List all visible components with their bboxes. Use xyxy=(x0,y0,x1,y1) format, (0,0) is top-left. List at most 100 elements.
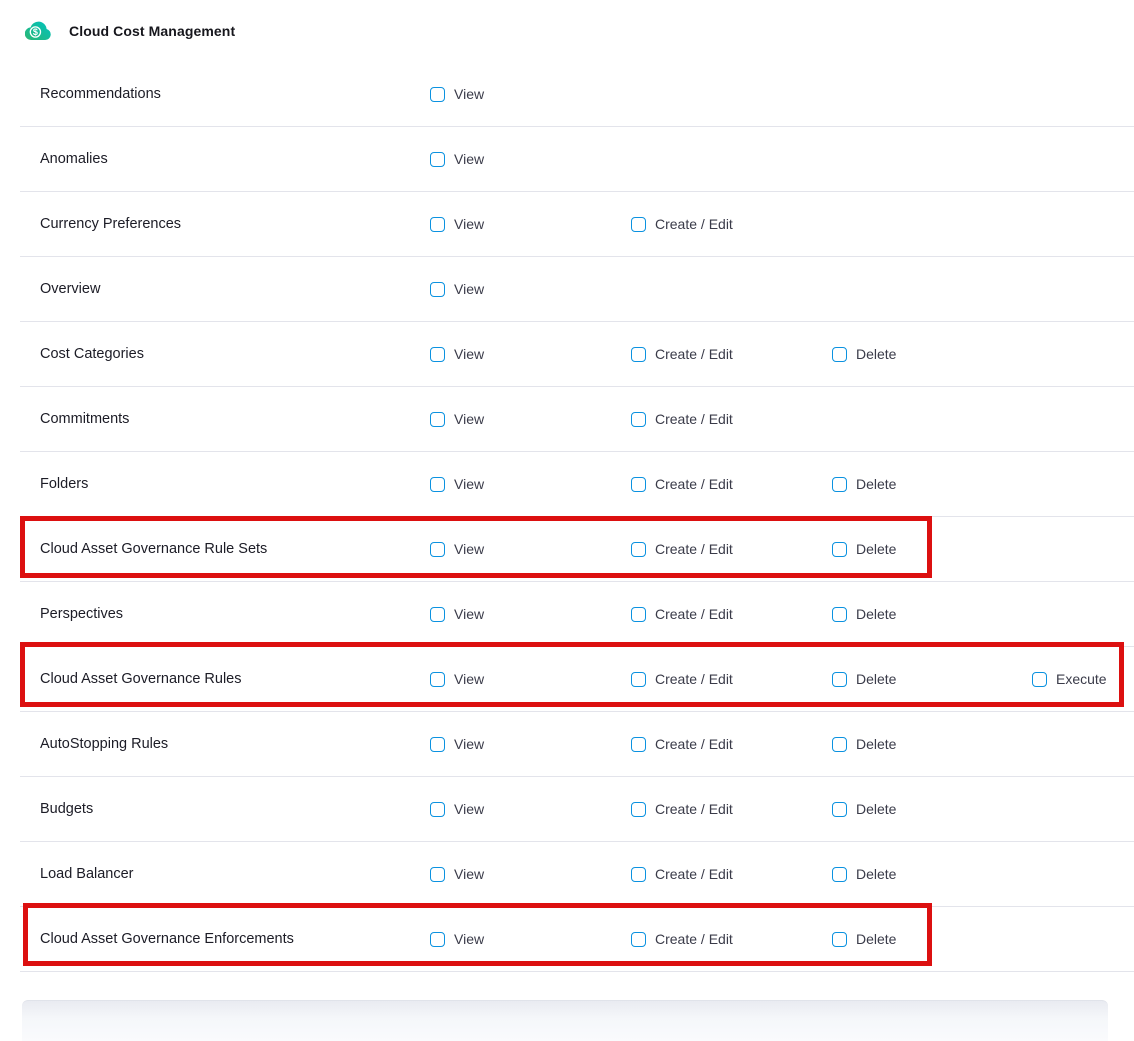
permission-row-anomalies: Anomalies View xyxy=(20,127,1134,192)
create-edit-permission[interactable]: Create / Edit xyxy=(631,476,832,492)
delete-checkbox[interactable] xyxy=(832,542,847,557)
create-edit-checkbox[interactable] xyxy=(631,932,646,947)
delete-permission[interactable]: Delete xyxy=(832,736,1032,752)
execute-permission[interactable]: Execute xyxy=(1032,671,1134,687)
view-permission[interactable]: View xyxy=(430,866,631,882)
empty-cell xyxy=(832,159,1032,160)
view-label: View xyxy=(454,476,484,492)
view-permission[interactable]: View xyxy=(430,476,631,492)
view-label: View xyxy=(454,541,484,557)
delete-checkbox[interactable] xyxy=(832,607,847,622)
delete-permission[interactable]: Delete xyxy=(832,671,1032,687)
view-checkbox[interactable] xyxy=(430,802,445,817)
view-permission[interactable]: View xyxy=(430,801,631,817)
empty-cell xyxy=(1032,159,1134,160)
view-permission[interactable]: View xyxy=(430,931,631,947)
create-edit-permission[interactable]: Create / Edit xyxy=(631,931,832,947)
view-checkbox[interactable] xyxy=(430,282,445,297)
empty-cell xyxy=(832,94,1032,95)
create-edit-permission[interactable]: Create / Edit xyxy=(631,736,832,752)
permission-row-folders: Folders View Create / Edit Delete xyxy=(20,452,1134,517)
resource-label: Cloud Asset Governance Rules xyxy=(40,671,430,687)
view-permission[interactable]: View xyxy=(430,606,631,622)
view-permission[interactable]: View xyxy=(430,86,631,102)
view-checkbox[interactable] xyxy=(430,477,445,492)
view-checkbox[interactable] xyxy=(430,412,445,427)
delete-checkbox[interactable] xyxy=(832,737,847,752)
view-permission[interactable]: View xyxy=(430,216,631,232)
create-edit-label: Create / Edit xyxy=(655,801,733,817)
create-edit-checkbox[interactable] xyxy=(631,607,646,622)
create-edit-permission[interactable]: Create / Edit xyxy=(631,606,832,622)
permission-row-cost-categories: Cost Categories View Create / Edit Delet… xyxy=(20,322,1134,387)
delete-permission[interactable]: Delete xyxy=(832,541,1032,557)
view-checkbox[interactable] xyxy=(430,737,445,752)
delete-permission[interactable]: Delete xyxy=(832,606,1032,622)
empty-cell xyxy=(1032,614,1134,615)
create-edit-checkbox[interactable] xyxy=(631,347,646,362)
empty-cell xyxy=(1032,94,1134,95)
resource-label: Recommendations xyxy=(40,86,430,102)
create-edit-checkbox[interactable] xyxy=(631,217,646,232)
create-edit-checkbox[interactable] xyxy=(631,802,646,817)
ccm-cloud-dollar-icon: $ xyxy=(25,21,52,41)
view-checkbox[interactable] xyxy=(430,217,445,232)
create-edit-permission[interactable]: Create / Edit xyxy=(631,346,832,362)
next-section-header-bar[interactable] xyxy=(22,1000,1108,1041)
delete-permission[interactable]: Delete xyxy=(832,476,1032,492)
create-edit-checkbox[interactable] xyxy=(631,867,646,882)
delete-label: Delete xyxy=(856,476,896,492)
delete-checkbox[interactable] xyxy=(832,867,847,882)
delete-checkbox[interactable] xyxy=(832,932,847,947)
resource-label: Currency Preferences xyxy=(40,216,430,232)
create-edit-permission[interactable]: Create / Edit xyxy=(631,541,832,557)
delete-checkbox[interactable] xyxy=(832,672,847,687)
create-edit-checkbox[interactable] xyxy=(631,477,646,492)
view-label: View xyxy=(454,606,484,622)
delete-label: Delete xyxy=(856,671,896,687)
delete-checkbox[interactable] xyxy=(832,477,847,492)
view-checkbox[interactable] xyxy=(430,932,445,947)
view-checkbox[interactable] xyxy=(430,672,445,687)
view-checkbox[interactable] xyxy=(430,347,445,362)
delete-permission[interactable]: Delete xyxy=(832,866,1032,882)
permission-row-cloud-asset-governance-enforcements: Cloud Asset Governance Enforcements View… xyxy=(20,907,1134,972)
empty-cell xyxy=(1032,744,1134,745)
create-edit-label: Create / Edit xyxy=(655,931,733,947)
delete-checkbox[interactable] xyxy=(832,347,847,362)
module-title: Cloud Cost Management xyxy=(69,23,235,39)
create-edit-permission[interactable]: Create / Edit xyxy=(631,671,832,687)
permission-row-overview: Overview View xyxy=(20,257,1134,322)
view-permission[interactable]: View xyxy=(430,281,631,297)
delete-permission[interactable]: Delete xyxy=(832,801,1032,817)
view-checkbox[interactable] xyxy=(430,87,445,102)
delete-checkbox[interactable] xyxy=(832,802,847,817)
view-permission[interactable]: View xyxy=(430,346,631,362)
view-checkbox[interactable] xyxy=(430,607,445,622)
delete-permission[interactable]: Delete xyxy=(832,931,1032,947)
create-edit-checkbox[interactable] xyxy=(631,737,646,752)
view-checkbox[interactable] xyxy=(430,152,445,167)
view-permission[interactable]: View xyxy=(430,151,631,167)
create-edit-permission[interactable]: Create / Edit xyxy=(631,801,832,817)
view-checkbox[interactable] xyxy=(430,867,445,882)
view-checkbox[interactable] xyxy=(430,542,445,557)
create-edit-permission[interactable]: Create / Edit xyxy=(631,216,832,232)
delete-permission[interactable]: Delete xyxy=(832,346,1032,362)
create-edit-checkbox[interactable] xyxy=(631,542,646,557)
view-permission[interactable]: View xyxy=(430,671,631,687)
create-edit-label: Create / Edit xyxy=(655,411,733,427)
permission-table: Recommendations View Anomalies View Curr… xyxy=(0,62,1134,972)
view-permission[interactable]: View xyxy=(430,411,631,427)
delete-label: Delete xyxy=(856,606,896,622)
delete-label: Delete xyxy=(856,736,896,752)
delete-label: Delete xyxy=(856,541,896,557)
create-edit-checkbox[interactable] xyxy=(631,412,646,427)
create-edit-permission[interactable]: Create / Edit xyxy=(631,866,832,882)
module-header: $ Cloud Cost Management xyxy=(0,0,1134,62)
create-edit-checkbox[interactable] xyxy=(631,672,646,687)
view-permission[interactable]: View xyxy=(430,736,631,752)
create-edit-permission[interactable]: Create / Edit xyxy=(631,411,832,427)
view-permission[interactable]: View xyxy=(430,541,631,557)
execute-checkbox[interactable] xyxy=(1032,672,1047,687)
